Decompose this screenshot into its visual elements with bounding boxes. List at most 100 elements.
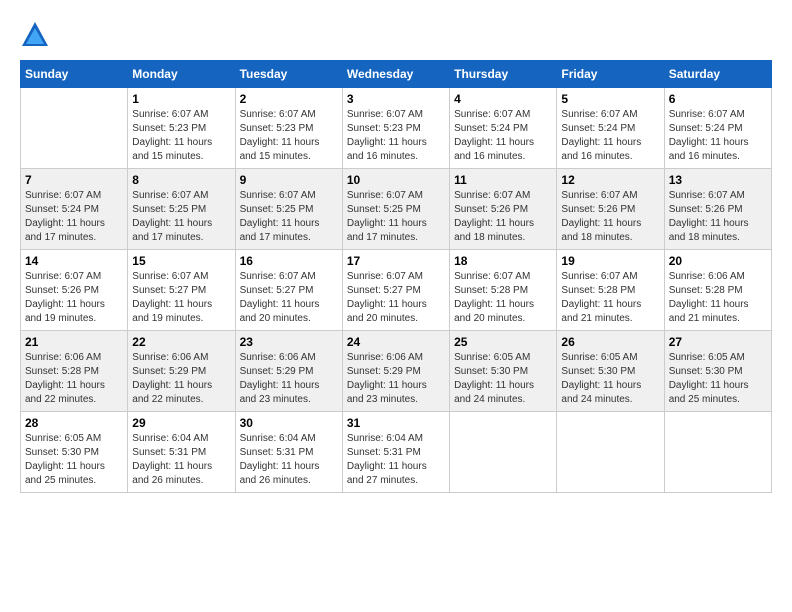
weekday-header: Saturday — [664, 61, 771, 88]
calendar-week-row: 28Sunrise: 6:05 AMSunset: 5:30 PMDayligh… — [21, 412, 772, 493]
calendar-cell: 23 Sunrise: 6:06 AMSunset: 5:29 PMDayligh… — [235, 331, 342, 412]
day-number: 28 — [25, 416, 123, 430]
day-number: 25 — [454, 335, 552, 349]
calendar-cell: 12 Sunrise: 6:07 AMSunset: 5:26 PMDayligh… — [557, 169, 664, 250]
calendar-cell: 5Sunrise: 6:07 AMSunset: 5:24 PMDaylight… — [557, 88, 664, 169]
calendar-cell: 4 Sunrise: 6:07 AMSunset: 5:24 PMDaylight… — [450, 88, 557, 169]
day-info: Sunrise: 6:07 AMSunset: 5:23 PMDaylight:… — [240, 108, 338, 164]
day-info: Sunrise: 6:07 AMSunset: 5:24 PMDaylight:… — [454, 108, 552, 164]
calendar-week-row: 7 Sunrise: 6:07 AMSunset: 5:24 PMDaylight… — [21, 169, 772, 250]
day-info: Sunrise: 6:06 AMSunset: 5:29 PMDaylight:… — [132, 351, 230, 407]
day-info: Sunrise: 6:07 AMSunset: 5:26 PMDaylight:… — [25, 270, 123, 326]
day-number: 24 — [347, 335, 445, 349]
weekday-header: Wednesday — [342, 61, 449, 88]
calendar-cell: 9 Sunrise: 6:07 AMSunset: 5:25 PMDaylight… — [235, 169, 342, 250]
day-info: Sunrise: 6:05 AMSunset: 5:30 PMDaylight:… — [669, 351, 767, 407]
day-info: Sunrise: 6:07 AMSunset: 5:28 PMDaylight:… — [561, 270, 659, 326]
calendar-cell — [664, 412, 771, 493]
day-number: 6 — [669, 92, 767, 106]
calendar-cell: 28Sunrise: 6:05 AMSunset: 5:30 PMDayligh… — [21, 412, 128, 493]
day-info: Sunrise: 6:05 AMSunset: 5:30 PMDaylight:… — [454, 351, 552, 407]
day-info: Sunrise: 6:07 AMSunset: 5:25 PMDaylight:… — [132, 189, 230, 245]
day-number: 12 — [561, 173, 659, 187]
day-number: 10 — [347, 173, 445, 187]
calendar-cell: 19 Sunrise: 6:07 AMSunset: 5:28 PMDayligh… — [557, 250, 664, 331]
day-info: Sunrise: 6:07 AMSunset: 5:24 PMDaylight:… — [25, 189, 123, 245]
day-info: Sunrise: 6:07 AMSunset: 5:28 PMDaylight:… — [454, 270, 552, 326]
day-number: 19 — [561, 254, 659, 268]
day-number: 27 — [669, 335, 767, 349]
day-number: 31 — [347, 416, 445, 430]
calendar-cell: 30 Sunrise: 6:04 AMSunset: 5:31 PMDayligh… — [235, 412, 342, 493]
day-number: 21 — [25, 335, 123, 349]
day-info: Sunrise: 6:04 AMSunset: 5:31 PMDaylight:… — [132, 432, 230, 488]
calendar-table: SundayMondayTuesdayWednesdayThursdayFrid… — [20, 60, 772, 493]
calendar-cell: 7 Sunrise: 6:07 AMSunset: 5:24 PMDaylight… — [21, 169, 128, 250]
calendar-cell: 20 Sunrise: 6:06 AMSunset: 5:28 PMDayligh… — [664, 250, 771, 331]
day-number: 11 — [454, 173, 552, 187]
calendar-week-row: 1 Sunrise: 6:07 AMSunset: 5:23 PMDaylight… — [21, 88, 772, 169]
day-number: 23 — [240, 335, 338, 349]
day-number: 16 — [240, 254, 338, 268]
page-header — [20, 20, 772, 50]
calendar-cell: 26 Sunrise: 6:05 AMSunset: 5:30 PMDayligh… — [557, 331, 664, 412]
calendar-cell: 15Sunrise: 6:07 AMSunset: 5:27 PMDayligh… — [128, 250, 235, 331]
day-info: Sunrise: 6:06 AMSunset: 5:29 PMDaylight:… — [240, 351, 338, 407]
calendar-cell: 8 Sunrise: 6:07 AMSunset: 5:25 PMDaylight… — [128, 169, 235, 250]
day-number: 17 — [347, 254, 445, 268]
calendar-cell: 3 Sunrise: 6:07 AMSunset: 5:23 PMDaylight… — [342, 88, 449, 169]
day-info: Sunrise: 6:07 AMSunset: 5:24 PMDaylight:… — [669, 108, 767, 164]
day-info: Sunrise: 6:07 AMSunset: 5:23 PMDaylight:… — [347, 108, 445, 164]
day-info: Sunrise: 6:05 AMSunset: 5:30 PMDaylight:… — [561, 351, 659, 407]
calendar-cell: 13Sunrise: 6:07 AMSunset: 5:26 PMDayligh… — [664, 169, 771, 250]
calendar-cell: 14 Sunrise: 6:07 AMSunset: 5:26 PMDayligh… — [21, 250, 128, 331]
day-info: Sunrise: 6:06 AMSunset: 5:29 PMDaylight:… — [347, 351, 445, 407]
day-number: 2 — [240, 92, 338, 106]
weekday-header: Friday — [557, 61, 664, 88]
weekday-header: Tuesday — [235, 61, 342, 88]
day-number: 8 — [132, 173, 230, 187]
day-info: Sunrise: 6:07 AMSunset: 5:27 PMDaylight:… — [347, 270, 445, 326]
calendar-cell: 22Sunrise: 6:06 AMSunset: 5:29 PMDayligh… — [128, 331, 235, 412]
day-number: 18 — [454, 254, 552, 268]
day-info: Sunrise: 6:07 AMSunset: 5:26 PMDaylight:… — [454, 189, 552, 245]
calendar-cell — [21, 88, 128, 169]
calendar-cell: 29Sunrise: 6:04 AMSunset: 5:31 PMDayligh… — [128, 412, 235, 493]
calendar-cell: 10 Sunrise: 6:07 AMSunset: 5:25 PMDayligh… — [342, 169, 449, 250]
weekday-header: Thursday — [450, 61, 557, 88]
day-number: 9 — [240, 173, 338, 187]
calendar-cell: 21 Sunrise: 6:06 AMSunset: 5:28 PMDayligh… — [21, 331, 128, 412]
calendar-cell: 24 Sunrise: 6:06 AMSunset: 5:29 PMDayligh… — [342, 331, 449, 412]
day-info: Sunrise: 6:07 AMSunset: 5:27 PMDaylight:… — [132, 270, 230, 326]
day-number: 4 — [454, 92, 552, 106]
calendar-cell: 18 Sunrise: 6:07 AMSunset: 5:28 PMDayligh… — [450, 250, 557, 331]
day-info: Sunrise: 6:07 AMSunset: 5:25 PMDaylight:… — [240, 189, 338, 245]
logo — [20, 20, 54, 50]
calendar-cell: 1Sunrise: 6:07 AMSunset: 5:23 PMDaylight… — [128, 88, 235, 169]
calendar-week-row: 21 Sunrise: 6:06 AMSunset: 5:28 PMDayligh… — [21, 331, 772, 412]
day-number: 26 — [561, 335, 659, 349]
day-number: 13 — [669, 173, 767, 187]
day-info: Sunrise: 6:06 AMSunset: 5:28 PMDaylight:… — [669, 270, 767, 326]
weekday-header: Monday — [128, 61, 235, 88]
day-number: 3 — [347, 92, 445, 106]
day-number: 14 — [25, 254, 123, 268]
day-info: Sunrise: 6:04 AMSunset: 5:31 PMDaylight:… — [347, 432, 445, 488]
calendar-cell — [557, 412, 664, 493]
day-info: Sunrise: 6:07 AMSunset: 5:25 PMDaylight:… — [347, 189, 445, 245]
day-info: Sunrise: 6:04 AMSunset: 5:31 PMDaylight:… — [240, 432, 338, 488]
calendar-cell: 2 Sunrise: 6:07 AMSunset: 5:23 PMDaylight… — [235, 88, 342, 169]
calendar-cell: 17 Sunrise: 6:07 AMSunset: 5:27 PMDayligh… — [342, 250, 449, 331]
day-number: 30 — [240, 416, 338, 430]
calendar-cell — [450, 412, 557, 493]
calendar-cell: 31 Sunrise: 6:04 AMSunset: 5:31 PMDayligh… — [342, 412, 449, 493]
day-number: 5 — [561, 92, 659, 106]
day-info: Sunrise: 6:07 AMSunset: 5:26 PMDaylight:… — [561, 189, 659, 245]
calendar-cell: 11 Sunrise: 6:07 AMSunset: 5:26 PMDayligh… — [450, 169, 557, 250]
day-number: 20 — [669, 254, 767, 268]
day-number: 7 — [25, 173, 123, 187]
calendar-cell: 25 Sunrise: 6:05 AMSunset: 5:30 PMDayligh… — [450, 331, 557, 412]
weekday-header-row: SundayMondayTuesdayWednesdayThursdayFrid… — [21, 61, 772, 88]
day-info: Sunrise: 6:06 AMSunset: 5:28 PMDaylight:… — [25, 351, 123, 407]
day-number: 1 — [132, 92, 230, 106]
